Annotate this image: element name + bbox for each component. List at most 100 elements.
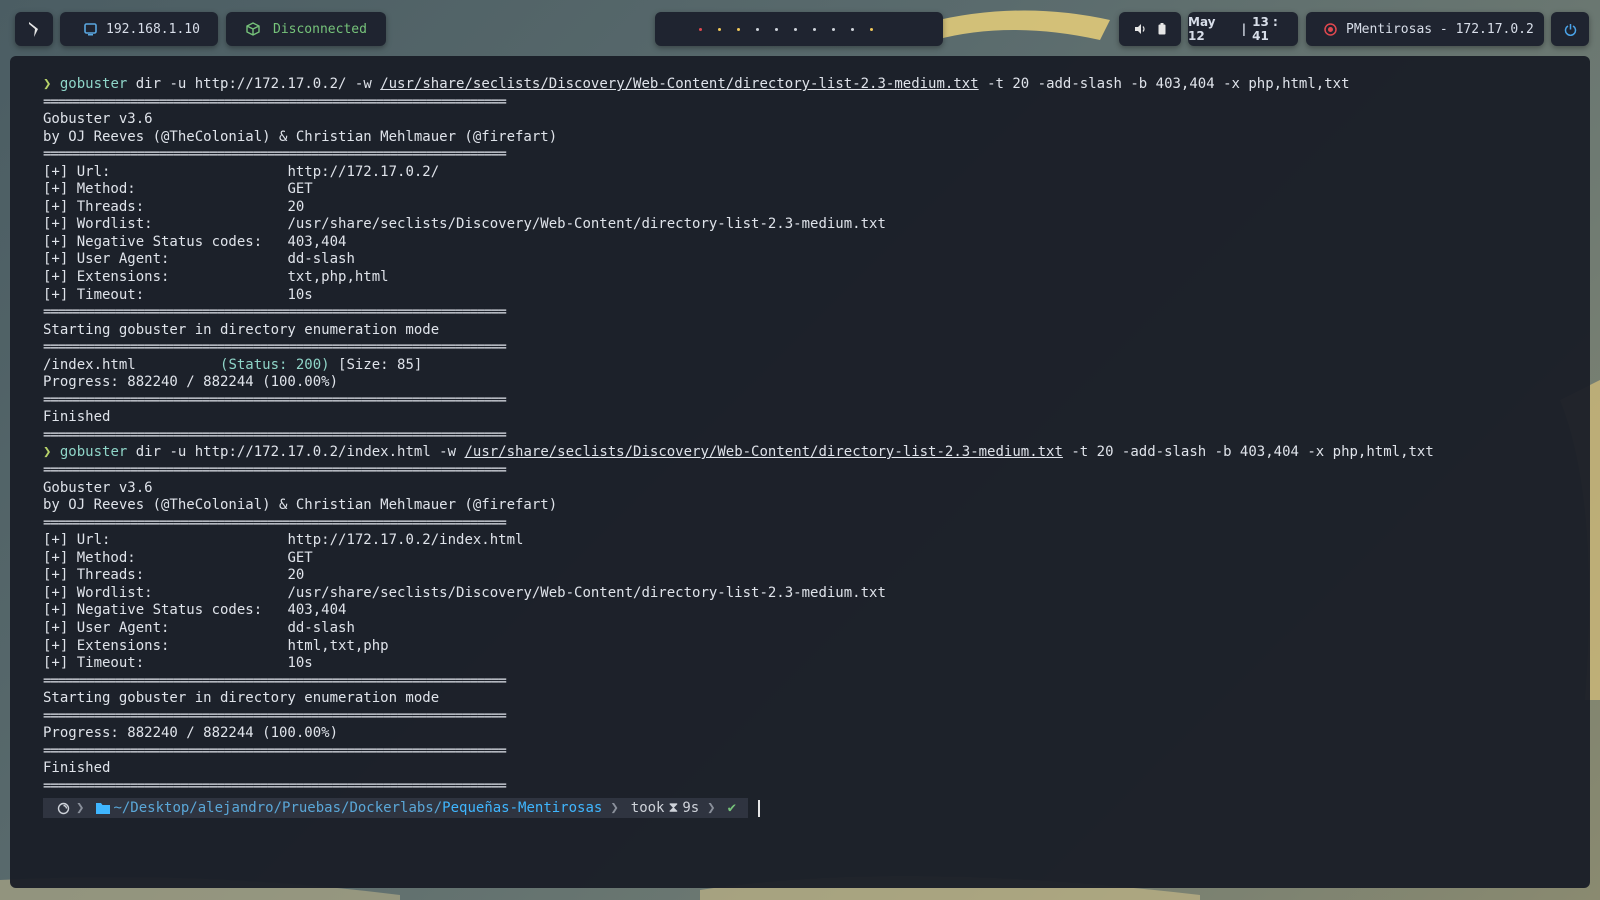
param-value: 403,404 [287, 233, 347, 250]
command-line: ❯ gobuster dir -u http://172.17.0.2/ -w … [43, 76, 1590, 94]
duration-value: 9s [682, 800, 700, 816]
param-line: [+] User Agent: dd-slash [43, 251, 1590, 269]
prompt-os-segment: ❯ [43, 798, 91, 818]
system-tray[interactable] [1119, 12, 1181, 46]
prompt-status-segment: ✔ [721, 798, 749, 818]
workspace-dot[interactable] [870, 27, 873, 31]
param-value: GET [287, 181, 313, 198]
separator: ========================================… [43, 146, 507, 163]
separator: ========================================… [43, 672, 507, 689]
progress-line: Progress: 882240 / 882244 (100.00%) [43, 374, 339, 391]
ip-widget[interactable]: 192.168.1.10 [60, 12, 218, 46]
terminal-window[interactable]: ❯ gobuster dir -u http://172.17.0.2/ -w … [10, 56, 1590, 888]
param-key: [+] Threads: [43, 567, 288, 584]
date-label: May 12 [1188, 15, 1216, 43]
shell-prompt[interactable]: ❯ ~/Desktop/alejandro/Pruebas/Dockerlabs… [43, 797, 761, 819]
param-value: 403,404 [287, 602, 347, 619]
battery-icon[interactable] [1158, 23, 1166, 35]
param-value: 20 [287, 567, 305, 584]
separator: ========================================… [43, 391, 507, 408]
workspace-dot[interactable] [832, 27, 835, 31]
param-value: 10s [287, 655, 313, 672]
clock-separator: | [1241, 22, 1247, 36]
param-line: [+] Method: GET [43, 550, 1590, 568]
prompt-symbol: ❯ [43, 76, 52, 92]
workspace-dot[interactable] [851, 27, 854, 31]
param-key: [+] Url: [43, 163, 288, 180]
param-value: 20 [287, 198, 305, 215]
workspace-dot[interactable] [813, 27, 816, 31]
param-key: [+] Wordlist: [43, 216, 288, 233]
workspace-dot[interactable] [775, 27, 778, 31]
version-line: Gobuster v3.6 [43, 111, 153, 128]
workspace-dot[interactable] [794, 27, 797, 31]
version-line: Gobuster v3.6 [43, 479, 153, 496]
app-launcher-icon [29, 22, 38, 37]
param-line: [+] Negative Status codes: 403,404 [43, 602, 1590, 620]
param-line: [+] Url: http://172.17.0.2/index.html [43, 532, 1590, 550]
os-logo-icon [57, 802, 70, 814]
text-cursor[interactable] [758, 799, 761, 817]
param-key: [+] Threads: [43, 198, 288, 215]
param-key: [+] User Agent: [43, 619, 288, 636]
ip-address: 192.168.1.10 [106, 21, 200, 37]
separator: ========================================… [43, 777, 507, 794]
separator: ========================================… [43, 339, 507, 356]
finished-line: Finished [43, 760, 111, 777]
workspace-dot[interactable] [737, 27, 740, 31]
hourglass-icon: ⧗ [668, 800, 679, 816]
separator: ========================================… [43, 462, 507, 479]
volume-icon[interactable] [1134, 23, 1146, 35]
command-line: ❯ gobuster dir -u http://172.17.0.2/inde… [43, 444, 1590, 462]
param-line: [+] Wordlist: /usr/share/seclists/Discov… [43, 216, 1590, 234]
param-value: http://172.17.0.2/index.html [287, 532, 524, 549]
command-args: -t 20 -add-slash -b 403,404 -x php,html,… [1062, 444, 1434, 461]
param-value: /usr/share/seclists/Discovery/Web-Conten… [287, 216, 886, 233]
wordlist-path[interactable]: /usr/share/seclists/Discovery/Web-Conten… [380, 76, 978, 92]
clock-widget[interactable]: May 12 | 13 : 41 [1188, 12, 1298, 46]
param-key: [+] Extensions: [43, 637, 288, 654]
current-path: ~/Desktop/alejandro/Pruebas/Dockerlabs/ [113, 800, 443, 816]
command-name: gobuster [59, 76, 128, 92]
param-key: [+] Negative Status codes: [43, 602, 288, 619]
target-widget[interactable]: PMentirosas - 172.17.0.2 [1306, 12, 1544, 46]
authors-line: by OJ Reeves (@TheColonial) & Christian … [43, 497, 558, 514]
starting-line: Starting gobuster in directory enumerati… [43, 321, 440, 338]
result-line: /index.html (Status: 200) [Size: 85] [43, 357, 1590, 375]
vpn-status: Disconnected [273, 21, 367, 37]
cube-icon [246, 22, 260, 36]
result-size: [Size: 85] [329, 356, 423, 373]
result-path: /index.html [43, 356, 221, 373]
took-label: took [630, 800, 665, 816]
power-button[interactable] [1551, 12, 1589, 46]
param-value: 10s [287, 286, 313, 303]
param-line: [+] Negative Status codes: 403,404 [43, 234, 1590, 252]
finished-line: Finished [43, 409, 111, 426]
param-value: /usr/share/seclists/Discovery/Web-Conten… [287, 584, 886, 601]
monitor-icon [84, 22, 97, 35]
param-line: [+] Extensions: txt,php,html [43, 269, 1590, 287]
param-line: [+] Method: GET [43, 181, 1590, 199]
param-key: [+] Wordlist: [43, 584, 288, 601]
workspace-dot[interactable] [718, 27, 721, 31]
command-args: dir -u http://172.17.0.2/ -w [127, 76, 381, 92]
starting-line: Starting gobuster in directory enumerati… [43, 690, 440, 707]
separator: ========================================… [43, 304, 507, 321]
workspace-dot[interactable] [699, 27, 702, 31]
target-label: PMentirosas - 172.17.0.2 [1346, 21, 1534, 37]
folder-icon [96, 803, 111, 814]
param-line: [+] Extensions: html,txt,php [43, 638, 1590, 656]
target-icon [1324, 22, 1337, 36]
workspace-indicator[interactable] [655, 12, 943, 46]
workspace-dot[interactable] [756, 27, 759, 31]
launcher-button[interactable] [15, 12, 53, 46]
progress-line: Progress: 882240 / 882244 (100.00%) [43, 725, 339, 742]
wordlist-path[interactable]: /usr/share/seclists/Discovery/Web-Conten… [464, 444, 1062, 460]
param-line: [+] User Agent: dd-slash [43, 620, 1590, 638]
param-key: [+] Extensions: [43, 269, 288, 286]
result-status: (Status: 200) [220, 356, 330, 373]
separator: ========================================… [43, 742, 507, 759]
separator: ========================================… [43, 707, 507, 724]
vpn-widget[interactable]: Disconnected [226, 12, 386, 46]
power-icon [1564, 23, 1576, 36]
